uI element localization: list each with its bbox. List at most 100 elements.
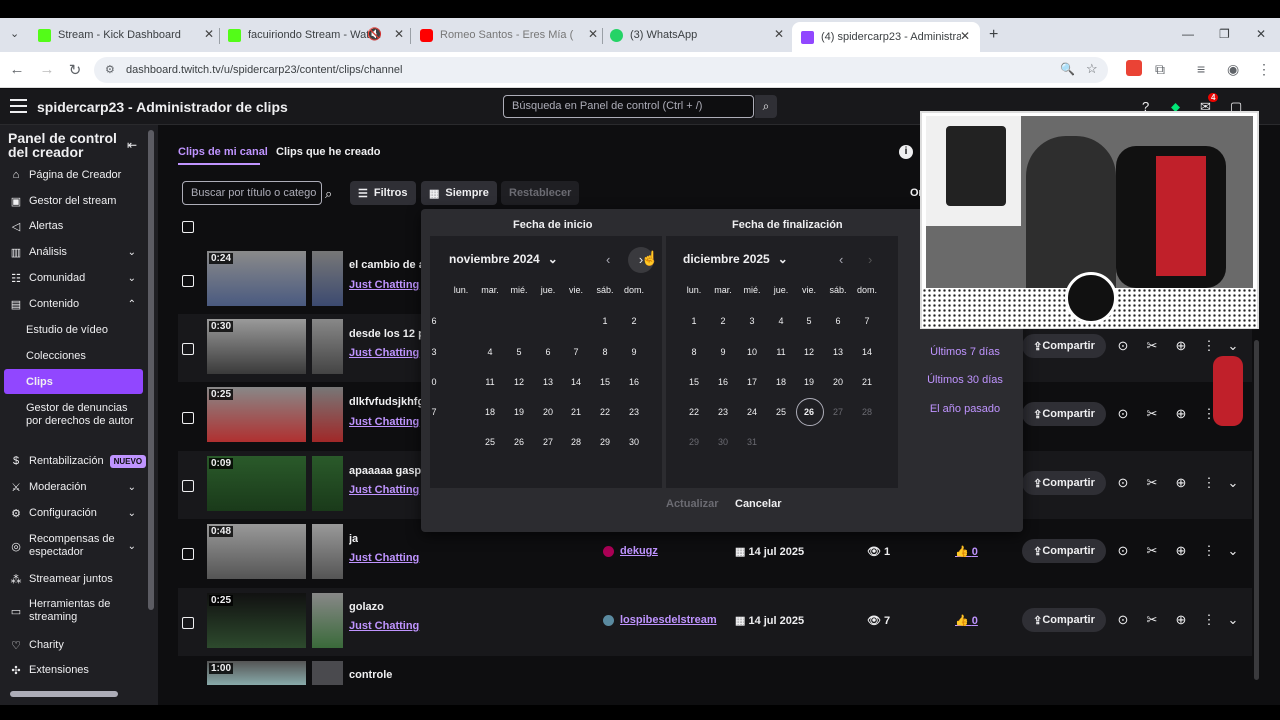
clip-thumbnail-secondary[interactable] xyxy=(312,524,343,579)
add-icon[interactable]: ⊕ xyxy=(1174,406,1188,422)
calendar-day[interactable]: 22 xyxy=(591,407,619,417)
close-tab-icon[interactable]: ✕ xyxy=(588,27,598,41)
filters-button[interactable]: ☰ Filtros xyxy=(350,181,416,205)
next-month-icon[interactable]: › xyxy=(868,252,872,267)
clip-title[interactable]: golazo xyxy=(349,601,384,613)
expand-row-icon[interactable]: ⌄ xyxy=(1226,543,1240,559)
calendar-day[interactable]: 5 xyxy=(505,347,533,357)
calendar-day[interactable]: 6 xyxy=(534,347,562,357)
calendar-day[interactable]: 12 xyxy=(505,377,533,387)
clip-thumbnail-secondary[interactable] xyxy=(312,251,343,306)
sidebar-item-extensions[interactable]: ✣ Extensiones xyxy=(0,658,150,682)
calendar-day[interactable]: 18 xyxy=(476,407,504,417)
date-range-button[interactable]: ▦ Siempre xyxy=(421,181,497,205)
calendar-day[interactable]: 20 xyxy=(824,377,852,387)
clip-category-link[interactable]: Just Chatting xyxy=(349,484,419,496)
muted-audio-icon[interactable]: 🔇 xyxy=(367,27,382,41)
clip-thumbnail-secondary[interactable] xyxy=(312,593,343,648)
clip-thumbnail[interactable]: 1:00 xyxy=(207,661,306,685)
calendar-day[interactable]: 23 xyxy=(709,407,737,417)
calendar-day[interactable]: 3 xyxy=(738,316,766,326)
calendar-day[interactable]: 19 xyxy=(505,407,533,417)
calendar-day[interactable]: 17 xyxy=(738,377,766,387)
clip-title[interactable]: apaaaaa gaspi xyxy=(349,465,421,477)
clip-search-input[interactable]: Buscar por título o catego xyxy=(182,181,322,205)
row-checkbox[interactable] xyxy=(182,480,194,492)
clip-thumbnail-secondary[interactable] xyxy=(312,661,343,685)
close-tab-icon[interactable]: ✕ xyxy=(204,27,214,41)
sidebar-item-stream-manager[interactable]: ▣ Gestor del stream xyxy=(0,189,150,213)
clip-title[interactable]: ja xyxy=(349,533,358,545)
start-month-select[interactable]: noviembre 2024 ⌄ xyxy=(449,252,558,266)
calendar-day-clipped[interactable]: 6 xyxy=(420,316,448,326)
clip-thumbnail[interactable]: 0:48 xyxy=(207,524,306,579)
sidebar-subitem-clips[interactable]: Clips xyxy=(26,376,53,389)
select-all-checkbox[interactable] xyxy=(182,221,194,233)
clip-thumbnail[interactable]: 0:30 xyxy=(207,319,306,374)
more-options-icon[interactable]: ⋮ xyxy=(1202,612,1216,628)
add-icon[interactable]: ⊕ xyxy=(1174,543,1188,559)
clip-thumbnail[interactable]: 0:24 xyxy=(207,251,306,306)
calendar-day[interactable]: 11 xyxy=(476,377,504,387)
url-field[interactable]: ⚙ dashboard.twitch.tv/u/spidercarp23/con… xyxy=(94,57,1108,83)
sidebar-item-analytics[interactable]: ▥ Análisis ⌄ xyxy=(0,240,150,264)
share-button[interactable]: ⇪ Compartir xyxy=(1022,334,1106,358)
reset-button[interactable]: Restablecer xyxy=(501,181,580,205)
scissors-icon[interactable]: ✂ xyxy=(1145,612,1159,628)
clip-title[interactable]: el cambio de a xyxy=(349,259,421,271)
calendar-day[interactable]: 4 xyxy=(767,316,795,326)
calendar-day[interactable]: 16 xyxy=(709,377,737,387)
bookmark-star-icon[interactable]: ☆ xyxy=(1086,61,1098,77)
end-month-select[interactable]: diciembre 2025 ⌄ xyxy=(683,252,788,266)
clip-category-link[interactable]: Just Chatting xyxy=(349,347,419,359)
sidebar-scrollbar[interactable] xyxy=(148,130,154,610)
calendar-day[interactable]: 14 xyxy=(562,377,590,387)
scissors-icon[interactable]: ✂ xyxy=(1145,406,1159,422)
calendar-day[interactable]: 9 xyxy=(709,347,737,357)
calendar-day[interactable]: 12 xyxy=(795,347,823,357)
clip-category-link[interactable]: Just Chatting xyxy=(349,279,419,291)
clip-title[interactable]: controle xyxy=(349,669,392,681)
calendar-day[interactable]: 18 xyxy=(767,377,795,387)
cancel-button[interactable]: Cancelar xyxy=(735,498,781,510)
clip-thumbnail-secondary[interactable] xyxy=(312,387,343,442)
browser-tab-youtube[interactable]: Romeo Santos - Eres Mía (Letra ✕ xyxy=(420,22,600,48)
forward-icon[interactable]: → xyxy=(38,61,56,78)
info-icon[interactable]: i xyxy=(899,145,913,159)
sidebar-item-charity[interactable]: ♡ Charity xyxy=(0,633,150,657)
share-button[interactable]: ⇪ Compartir xyxy=(1022,539,1106,563)
sidebar-item-creator-page[interactable]: ⌂ Página de Creador xyxy=(0,163,150,187)
tab-my-channel-clips[interactable]: Clips de mi canal xyxy=(178,146,268,158)
calendar-day[interactable]: 6 xyxy=(824,316,852,326)
search-icon[interactable]: ⌕ xyxy=(325,186,332,202)
calendar-day[interactable]: 13 xyxy=(824,347,852,357)
calendar-day[interactable]: 7 xyxy=(853,316,881,326)
browser-menu-icon[interactable]: ⋮ xyxy=(1257,61,1271,78)
row-checkbox[interactable] xyxy=(182,548,194,560)
close-tab-icon[interactable]: ✕ xyxy=(960,29,970,43)
sidebar-item-alerts[interactable]: ◁ Alertas xyxy=(0,214,150,238)
calendar-day[interactable]: 25 xyxy=(767,407,795,417)
add-icon[interactable]: ⊕ xyxy=(1174,612,1188,628)
crop-icon[interactable]: ⊙ xyxy=(1116,338,1130,354)
new-tab-icon[interactable]: + xyxy=(989,26,998,44)
sidebar-item-community[interactable]: ☷ Comunidad ⌄ xyxy=(0,266,150,290)
clip-creator-link[interactable]: lospibesdelstream xyxy=(603,614,717,626)
prev-month-icon[interactable]: ‹ xyxy=(606,252,610,267)
more-options-icon[interactable]: ⋮ xyxy=(1202,543,1216,559)
sidebar-horizontal-scrollbar[interactable] xyxy=(10,691,118,697)
calendar-day[interactable]: 11 xyxy=(767,347,795,357)
calendar-day[interactable]: 1 xyxy=(591,316,619,326)
crop-icon[interactable]: ⊙ xyxy=(1116,612,1130,628)
calendar-day[interactable]: 21 xyxy=(562,407,590,417)
clip-thumbnail[interactable]: 0:09 xyxy=(207,456,306,511)
prev-month-icon[interactable]: ‹ xyxy=(839,252,843,267)
browser-tab-kick-dashboard[interactable]: Stream - Kick Dashboard ✕ xyxy=(38,22,216,48)
calendar-day[interactable]: 15 xyxy=(591,377,619,387)
calendar-day[interactable]: 9 xyxy=(620,347,648,357)
sidebar-subitem-collections[interactable]: Colecciones xyxy=(26,350,86,363)
preset-last-30-days[interactable]: Últimos 30 días xyxy=(920,374,1010,386)
clip-thumbnail-secondary[interactable] xyxy=(312,456,343,511)
scissors-icon[interactable]: ✂ xyxy=(1145,543,1159,559)
clip-thumbnail[interactable]: 0:25 xyxy=(207,387,306,442)
